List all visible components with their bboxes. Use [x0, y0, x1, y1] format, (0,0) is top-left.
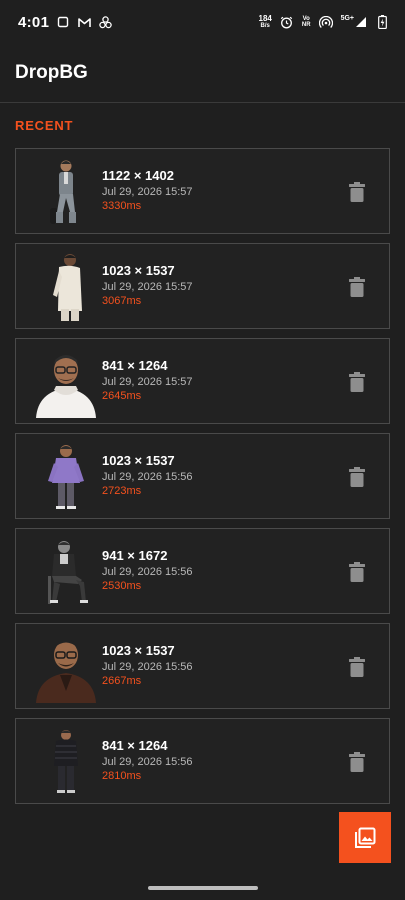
- thumbnail-image: [48, 541, 88, 604]
- delete-icon[interactable]: [349, 372, 365, 392]
- delete-icon[interactable]: [349, 752, 365, 772]
- item-date: Jul 29, 2026 15:57: [102, 281, 193, 293]
- item-meta: 1122 × 1402 Jul 29, 2026 15:57 3330ms: [102, 168, 193, 212]
- item-duration: 2723ms: [102, 485, 142, 497]
- recent-list: 1122 × 1402 Jul 29, 2026 15:57 3330ms 10…: [15, 148, 390, 813]
- item-dimensions: 1023 × 1537: [102, 263, 175, 278]
- item-dimensions: 1122 × 1402: [102, 168, 174, 183]
- recent-item[interactable]: 1023 × 1537 Jul 29, 2026 15:57 3067ms: [15, 243, 390, 329]
- recent-item[interactable]: 1023 × 1537 Jul 29, 2026 15:56 2667ms: [15, 623, 390, 709]
- delete-icon[interactable]: [349, 467, 365, 487]
- item-meta: 941 × 1672 Jul 29, 2026 15:56 2530ms: [102, 548, 193, 592]
- gesture-nav-handle[interactable]: [148, 886, 258, 890]
- recent-item[interactable]: 941 × 1672 Jul 29, 2026 15:56 2530ms: [15, 528, 390, 614]
- recent-item[interactable]: 841 × 1264 Jul 29, 2026 15:56 2810ms: [15, 718, 390, 804]
- item-dimensions: 841 × 1264: [102, 738, 168, 753]
- screen-icon: [56, 15, 70, 29]
- network-type: 5G+: [340, 15, 354, 22]
- item-dimensions: 1023 × 1537: [102, 453, 175, 468]
- thumbnail-image: [54, 730, 78, 793]
- item-meta: 841 × 1264 Jul 29, 2026 15:56 2810ms: [102, 738, 193, 782]
- header-divider: [0, 102, 405, 103]
- item-dimensions: 841 × 1264: [102, 358, 168, 373]
- status-time: 4:01: [18, 13, 50, 31]
- item-duration: 3067ms: [102, 295, 142, 307]
- item-duration: 2530ms: [102, 580, 142, 592]
- signal-icon: [356, 17, 366, 27]
- signal-indicator: 5G+: [340, 15, 367, 28]
- item-date: Jul 29, 2026 15:57: [102, 186, 193, 198]
- volte-indicator: Vo NR: [302, 16, 311, 28]
- photo-library-icon: [355, 827, 376, 848]
- thumbnail-image: [36, 639, 96, 703]
- status-left: 4:01: [18, 14, 112, 31]
- thumbnail-image: [36, 355, 96, 418]
- item-meta: 1023 × 1537 Jul 29, 2026 15:57 3067ms: [102, 263, 193, 307]
- alarm-icon: [280, 15, 294, 29]
- recent-item[interactable]: 841 × 1264 Jul 29, 2026 15:57 2645ms: [15, 338, 390, 424]
- delete-icon[interactable]: [349, 562, 365, 582]
- battery-icon: [375, 15, 389, 29]
- item-meta: 1023 × 1537 Jul 29, 2026 15:56 2723ms: [102, 453, 193, 497]
- item-dimensions: 1023 × 1537: [102, 643, 175, 658]
- thumbnail-image: [50, 160, 77, 226]
- item-duration: 2810ms: [102, 770, 142, 782]
- item-meta: 841 × 1264 Jul 29, 2026 15:57 2645ms: [102, 358, 193, 402]
- status-right: 184 B/s Vo NR 5G+: [259, 15, 389, 29]
- data-rate-indicator: 184 B/s: [258, 14, 272, 30]
- item-date: Jul 29, 2026 15:57: [102, 376, 193, 388]
- recent-item[interactable]: 1023 × 1537 Jul 29, 2026 15:56 2723ms: [15, 433, 390, 519]
- apps-icon: [98, 15, 112, 29]
- add-photo-fab[interactable]: [339, 812, 391, 863]
- data-rate-value: 184: [258, 14, 272, 23]
- app-title: DropBG: [15, 62, 88, 83]
- hotspot-icon: [318, 15, 333, 29]
- section-label-recent: RECENT: [15, 118, 74, 133]
- thumbnail-image: [53, 254, 82, 321]
- item-duration: 3330ms: [102, 200, 142, 212]
- item-dimensions: 941 × 1672: [102, 548, 168, 563]
- item-meta: 1023 × 1537 Jul 29, 2026 15:56 2667ms: [102, 643, 193, 687]
- gmail-icon: [77, 15, 91, 29]
- thumbnail-image: [48, 445, 84, 509]
- item-date: Jul 29, 2026 15:56: [102, 566, 193, 578]
- data-rate-unit: B/s: [260, 23, 270, 29]
- status-bar: 4:01 184 B/s Vo NR 5G+: [0, 0, 405, 44]
- item-duration: 2645ms: [102, 390, 142, 402]
- item-date: Jul 29, 2026 15:56: [102, 756, 193, 768]
- volte-line2: NR: [301, 22, 311, 28]
- item-duration: 2667ms: [102, 675, 142, 687]
- delete-icon[interactable]: [349, 277, 365, 297]
- item-date: Jul 29, 2026 15:56: [102, 661, 193, 673]
- item-date: Jul 29, 2026 15:56: [102, 471, 193, 483]
- delete-icon[interactable]: [349, 182, 365, 202]
- recent-item[interactable]: 1122 × 1402 Jul 29, 2026 15:57 3330ms: [15, 148, 390, 234]
- delete-icon[interactable]: [349, 657, 365, 677]
